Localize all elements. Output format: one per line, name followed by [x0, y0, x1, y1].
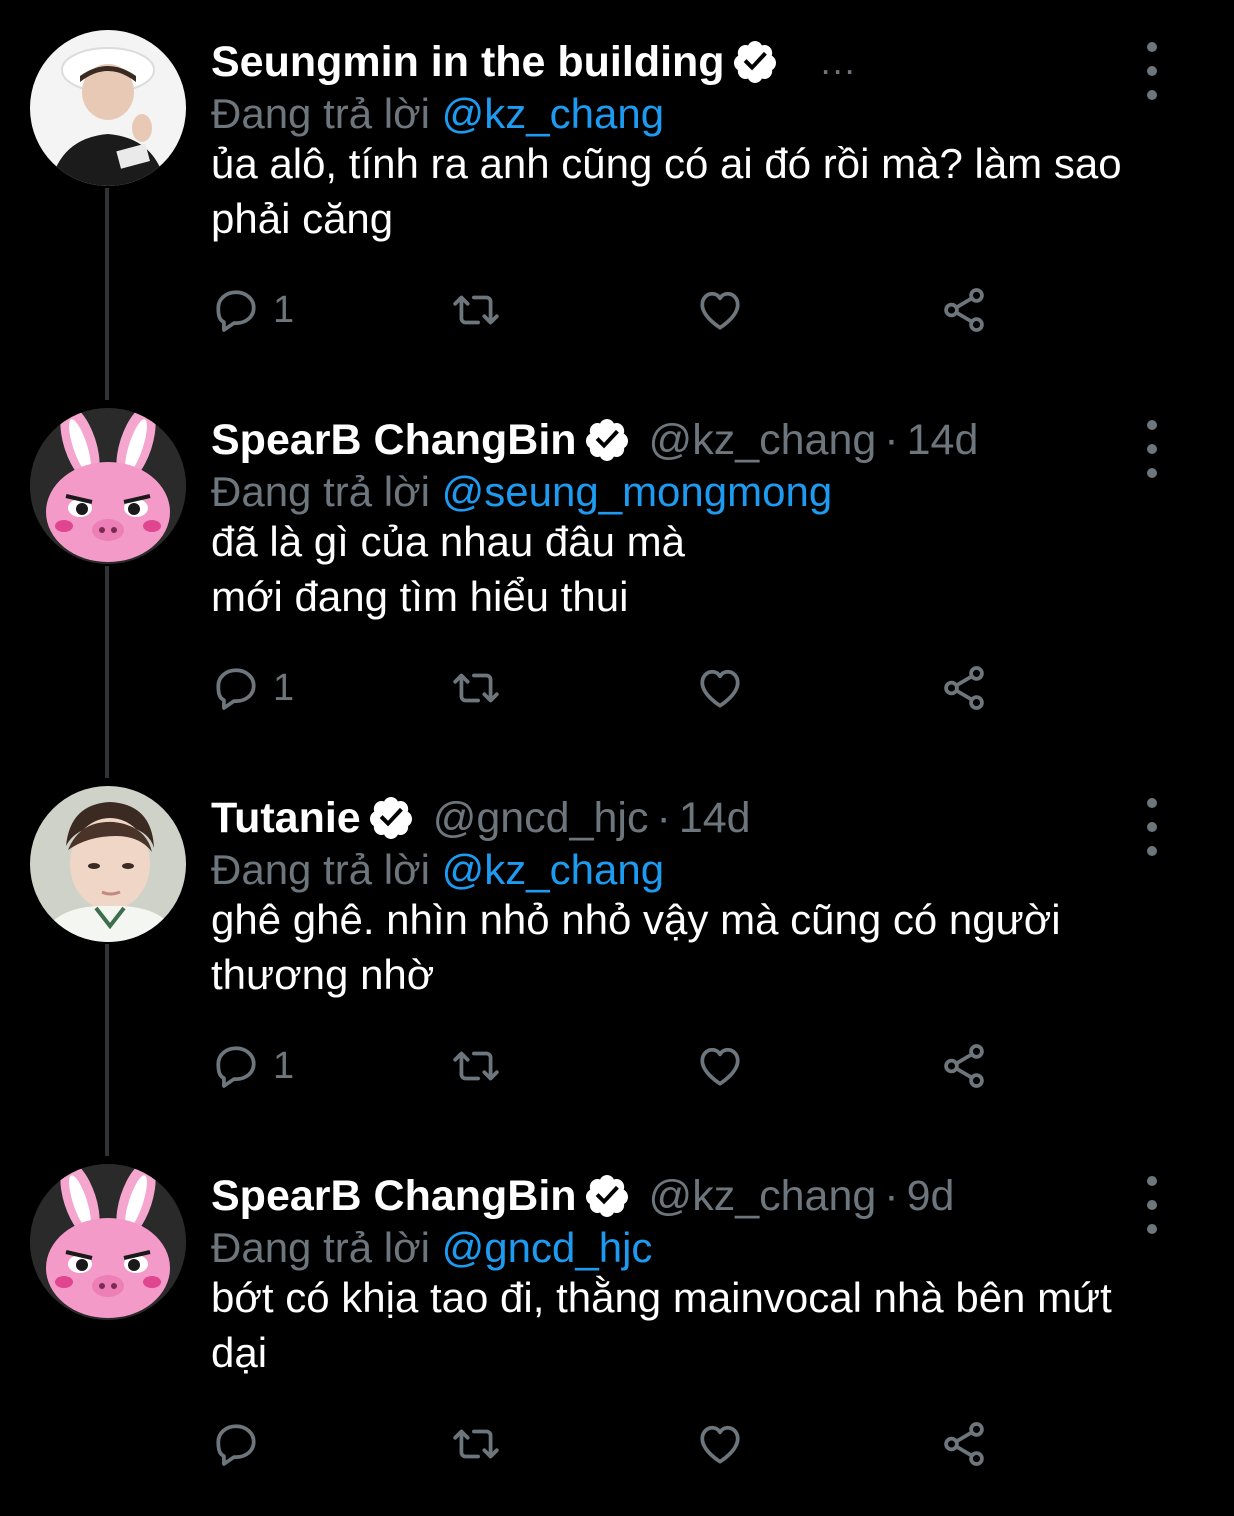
heart-icon	[700, 291, 740, 330]
heart-icon	[700, 1425, 740, 1464]
replying-to-label: Đang trả lời	[211, 846, 430, 893]
retweet-icon	[453, 1051, 499, 1081]
reply-button[interactable]: 1	[211, 280, 294, 340]
replying-to-label: Đang trả lời	[211, 90, 430, 137]
share-button[interactable]	[939, 1414, 989, 1474]
retweet-icon	[453, 1429, 499, 1459]
like-button[interactable]	[695, 280, 745, 340]
separator-dot: ·	[884, 415, 899, 464]
reply-count: 1	[273, 288, 295, 331]
like-button[interactable]	[695, 1036, 745, 1096]
tutanie-avatar	[30, 786, 186, 942]
mention-link[interactable]: @gncd_hjc	[442, 1224, 653, 1271]
tweet-text: ủa alô, tính ra anh cũng có ai đó rồi mà…	[211, 140, 1122, 242]
retweet-button[interactable]	[451, 1414, 501, 1474]
mention-link[interactable]: @kz_chang	[442, 90, 664, 137]
tweet-actions: 1	[211, 658, 1011, 718]
tweet[interactable]: Seungmin in the building ... Đang trả lờ…	[0, 0, 1234, 378]
reply-count: 1	[273, 1044, 295, 1087]
verified-badge-icon	[367, 794, 415, 842]
more-options-icon[interactable]	[1136, 794, 1168, 860]
heart-icon	[700, 1047, 740, 1086]
display-name[interactable]: Tutanie	[211, 794, 361, 843]
timestamp[interactable]: 14d	[679, 794, 751, 843]
reply-button[interactable]: 1	[211, 1036, 294, 1096]
avatar[interactable]	[30, 786, 186, 942]
reply-icon	[216, 290, 256, 332]
more-options-icon[interactable]	[1136, 1172, 1168, 1238]
seungmin-avatar	[30, 30, 186, 186]
more-options-icon[interactable]	[1136, 416, 1168, 482]
verified-badge-icon	[731, 38, 779, 86]
retweet-button[interactable]	[451, 658, 501, 718]
truncation-ellipsis: ...	[820, 41, 857, 82]
like-button[interactable]	[695, 1414, 745, 1474]
tweet[interactable]: Tutanie @gncd_hjc · 14d Đang trả lời @kz…	[0, 756, 1234, 1134]
heart-icon	[700, 669, 740, 708]
separator-dot: ·	[884, 1171, 899, 1220]
verified-badge-icon	[583, 1172, 631, 1220]
display-name[interactable]: SpearB ChangBin	[211, 1172, 577, 1221]
handle[interactable]: @kz_chang	[649, 416, 877, 465]
timestamp[interactable]: 9d	[907, 1172, 955, 1221]
retweet-icon	[453, 673, 499, 703]
mention-link[interactable]: @kz_chang	[442, 846, 664, 893]
share-icon	[944, 1044, 984, 1088]
tweet-actions: 1	[211, 1036, 1011, 1096]
reply-icon	[216, 1424, 256, 1466]
replying-to-label: Đang trả lời	[211, 1224, 430, 1271]
display-name[interactable]: Seungmin in the building	[211, 38, 725, 87]
reply-icon	[216, 1046, 256, 1088]
more-options-icon[interactable]	[1136, 38, 1168, 104]
share-icon	[944, 288, 984, 332]
avatar[interactable]	[30, 30, 186, 186]
share-button[interactable]	[939, 658, 989, 718]
share-icon	[944, 1422, 984, 1466]
separator-dot: ·	[656, 793, 671, 842]
pink-bunny-avatar	[30, 408, 186, 564]
display-name[interactable]: SpearB ChangBin	[211, 416, 577, 465]
tweet[interactable]: SpearB ChangBin @kz_chang · 14d Đang trả…	[0, 378, 1234, 756]
avatar[interactable]	[30, 1164, 186, 1320]
replying-to: Đang trả lời @kz_chang	[211, 846, 664, 894]
tweet-header: Tutanie @gncd_hjc · 14d	[211, 788, 1114, 848]
tweet-actions	[211, 1414, 1011, 1474]
retweet-icon	[453, 295, 499, 325]
reply-thread: Seungmin in the building ... Đang trả lờ…	[0, 0, 1234, 1516]
timestamp[interactable]: 14d	[907, 416, 979, 465]
retweet-button[interactable]	[451, 1036, 501, 1096]
tweet-actions: 1	[211, 280, 1011, 340]
handle[interactable]: @gncd_hjc	[433, 794, 649, 843]
tweet-text: ghê ghê. nhìn nhỏ nhỏ vậy mà cũng có ngư…	[211, 896, 1061, 998]
tweet-header: SpearB ChangBin @kz_chang · 9d	[211, 1166, 1114, 1226]
retweet-button[interactable]	[451, 280, 501, 340]
tweet-header: Seungmin in the building ...	[211, 32, 1114, 92]
share-icon	[944, 666, 984, 710]
pink-bunny-avatar	[30, 1164, 186, 1320]
verified-badge-icon	[583, 416, 631, 464]
tweet-header: SpearB ChangBin @kz_chang · 14d	[211, 410, 1114, 470]
replying-to: Đang trả lời @seung_mongmong	[211, 468, 832, 516]
tweet-text: đã là gì của nhau đâu mà mới đang tìm hi…	[211, 518, 686, 620]
reply-button[interactable]	[211, 1414, 273, 1474]
reply-count: 1	[273, 666, 295, 709]
avatar[interactable]	[30, 408, 186, 564]
replying-to: Đang trả lời @gncd_hjc	[211, 1224, 652, 1272]
tweet[interactable]: SpearB ChangBin @kz_chang · 9d Đang trả …	[0, 1134, 1234, 1512]
handle[interactable]: @kz_chang	[649, 1172, 877, 1221]
share-button[interactable]	[939, 280, 989, 340]
reply-button[interactable]: 1	[211, 658, 294, 718]
replying-to: Đang trả lời @kz_chang	[211, 90, 664, 138]
mention-link[interactable]: @seung_mongmong	[442, 468, 833, 515]
reply-icon	[216, 668, 256, 710]
share-button[interactable]	[939, 1036, 989, 1096]
like-button[interactable]	[695, 658, 745, 718]
tweet-text: bớt có khịa tao đi, thằng mainvocal nhà …	[211, 1274, 1112, 1376]
replying-to-label: Đang trả lời	[211, 468, 430, 515]
